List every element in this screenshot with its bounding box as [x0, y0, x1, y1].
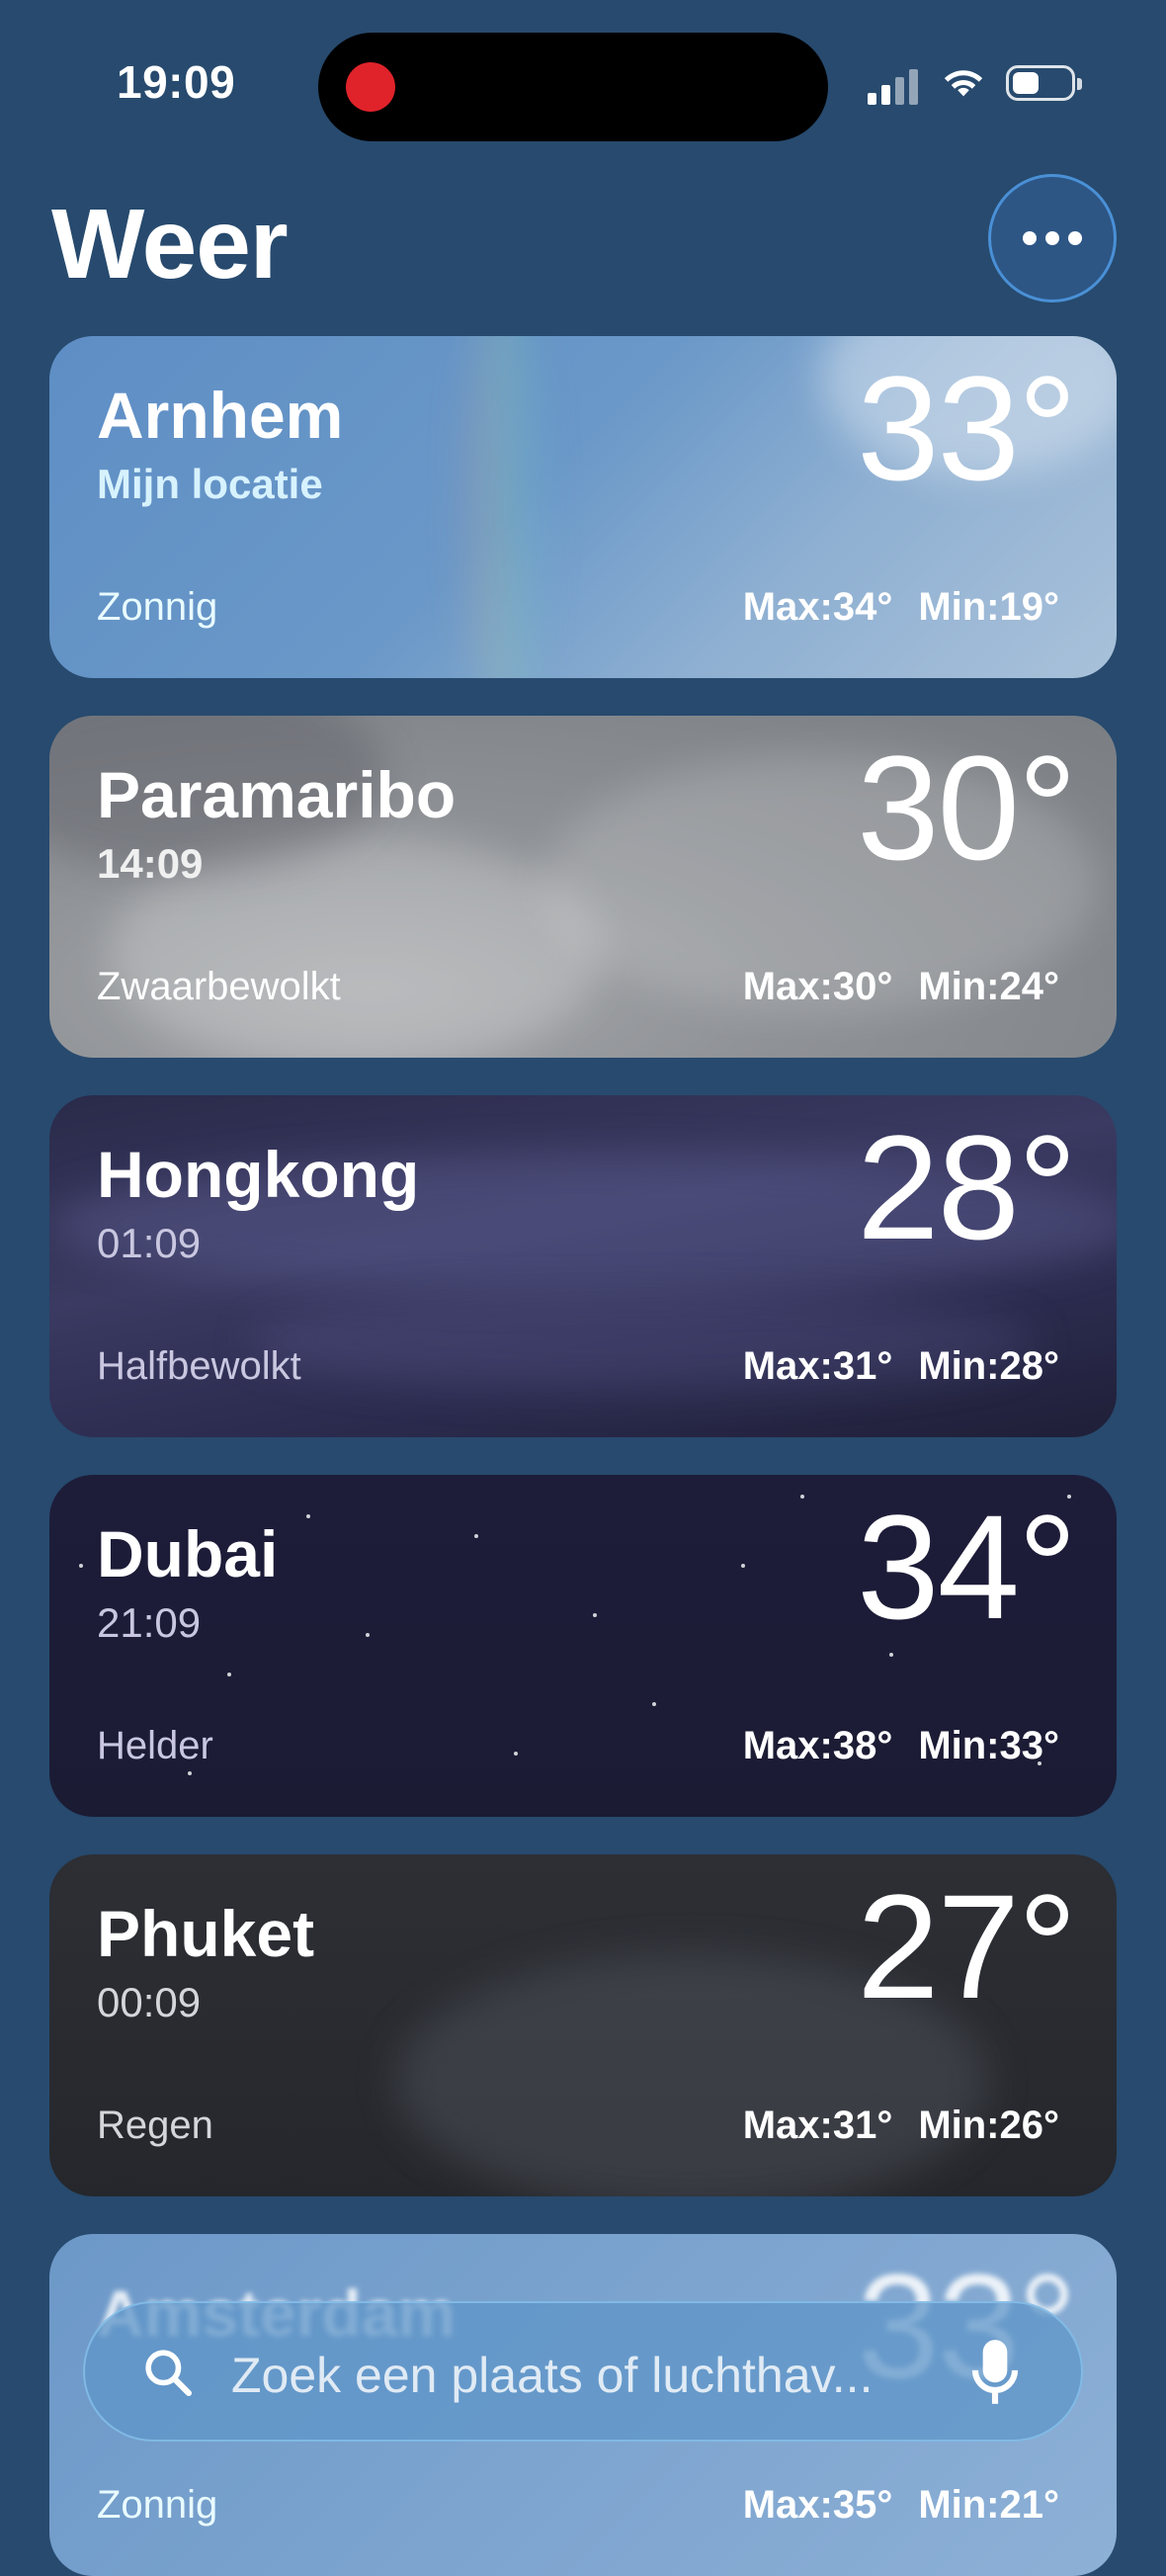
city-name: Phuket — [97, 1897, 315, 1970]
temperature-range: Max:34° Min:19° — [717, 585, 1059, 630]
current-temperature: 34° — [857, 1484, 1077, 1650]
weather-condition: Zonnig — [97, 2483, 218, 2527]
microphone-icon[interactable] — [970, 2337, 1020, 2410]
search-input[interactable]: Zoek een plaats of luchthav... — [231, 2347, 873, 2404]
cellular-signal-icon — [868, 65, 923, 105]
min-temperature: Min:24° — [918, 965, 1059, 1008]
current-temperature: 28° — [857, 1104, 1077, 1270]
city-name: Dubai — [97, 1517, 279, 1590]
location-card-hongkong[interactable]: Hongkong 01:09 28° Halfbewolkt Max:31° Mi… — [49, 1095, 1117, 1437]
weather-condition: Halfbewolkt — [97, 1344, 301, 1388]
local-time: 21:09 — [97, 1599, 202, 1646]
current-temperature: 30° — [857, 725, 1077, 891]
local-time: 00:09 — [97, 1979, 202, 2025]
recording-indicator-icon — [346, 62, 395, 112]
location-card-phuket[interactable]: Phuket 00:09 27° Regen Max:31° Min:26° — [49, 1854, 1117, 2196]
max-temperature: Max:31° — [742, 2104, 893, 2147]
more-options-button[interactable] — [988, 174, 1117, 302]
city-name: Paramaribo — [97, 758, 457, 831]
battery-icon — [1006, 65, 1082, 101]
max-temperature: Max:34° — [742, 585, 893, 629]
min-temperature: Min:21° — [918, 2483, 1059, 2527]
temperature-range: Max:30° Min:24° — [717, 965, 1059, 1009]
min-temperature: Min:28° — [918, 1344, 1059, 1388]
max-temperature: Max:35° — [742, 2483, 893, 2527]
min-temperature: Min:26° — [918, 2104, 1059, 2147]
max-temperature: Max:30° — [742, 965, 893, 1008]
weather-condition: Zwaarbewolkt — [97, 965, 341, 1008]
current-temperature: 27° — [857, 1863, 1077, 2029]
search-icon — [145, 2350, 193, 2397]
weather-condition: Helder — [97, 1724, 213, 1767]
page-title: Weer — [51, 189, 289, 300]
status-time: 19:09 — [117, 56, 236, 108]
max-temperature: Max:38° — [742, 1724, 893, 1767]
search-bar[interactable]: Zoek een plaats of luchthav... — [83, 2301, 1083, 2442]
min-temperature: Min:19° — [918, 585, 1059, 629]
ellipsis-icon — [1023, 231, 1037, 245]
max-temperature: Max:31° — [742, 1344, 893, 1388]
weather-condition: Regen — [97, 2104, 213, 2147]
current-temperature: 33° — [857, 345, 1077, 511]
location-card-dubai[interactable]: Dubai 21:09 34° Helder Max:38° Min:33° — [49, 1475, 1117, 1817]
wifi-icon — [944, 70, 983, 97]
min-temperature: Min:33° — [918, 1724, 1059, 1767]
city-name: Arnhem — [97, 379, 344, 452]
weather-condition: Zonnig — [97, 585, 218, 629]
dynamic-island — [318, 33, 828, 141]
local-time: 01:09 — [97, 1220, 202, 1266]
temperature-range: Max:31° Min:28° — [717, 1344, 1059, 1389]
temperature-range: Max:35° Min:21° — [717, 2483, 1059, 2528]
temperature-range: Max:31° Min:26° — [717, 2104, 1059, 2148]
location-subtitle: Mijn locatie — [97, 461, 323, 507]
location-card-paramaribo[interactable]: Paramaribo 14:09 30° Zwaarbewolkt Max:30… — [49, 716, 1117, 1058]
location-card-arnhem[interactable]: Arnhem Mijn locatie 33° Zonnig Max:34° Mi… — [49, 336, 1117, 678]
temperature-range: Max:38° Min:33° — [717, 1724, 1059, 1768]
local-time: 14:09 — [97, 840, 204, 887]
city-name: Hongkong — [97, 1138, 420, 1211]
